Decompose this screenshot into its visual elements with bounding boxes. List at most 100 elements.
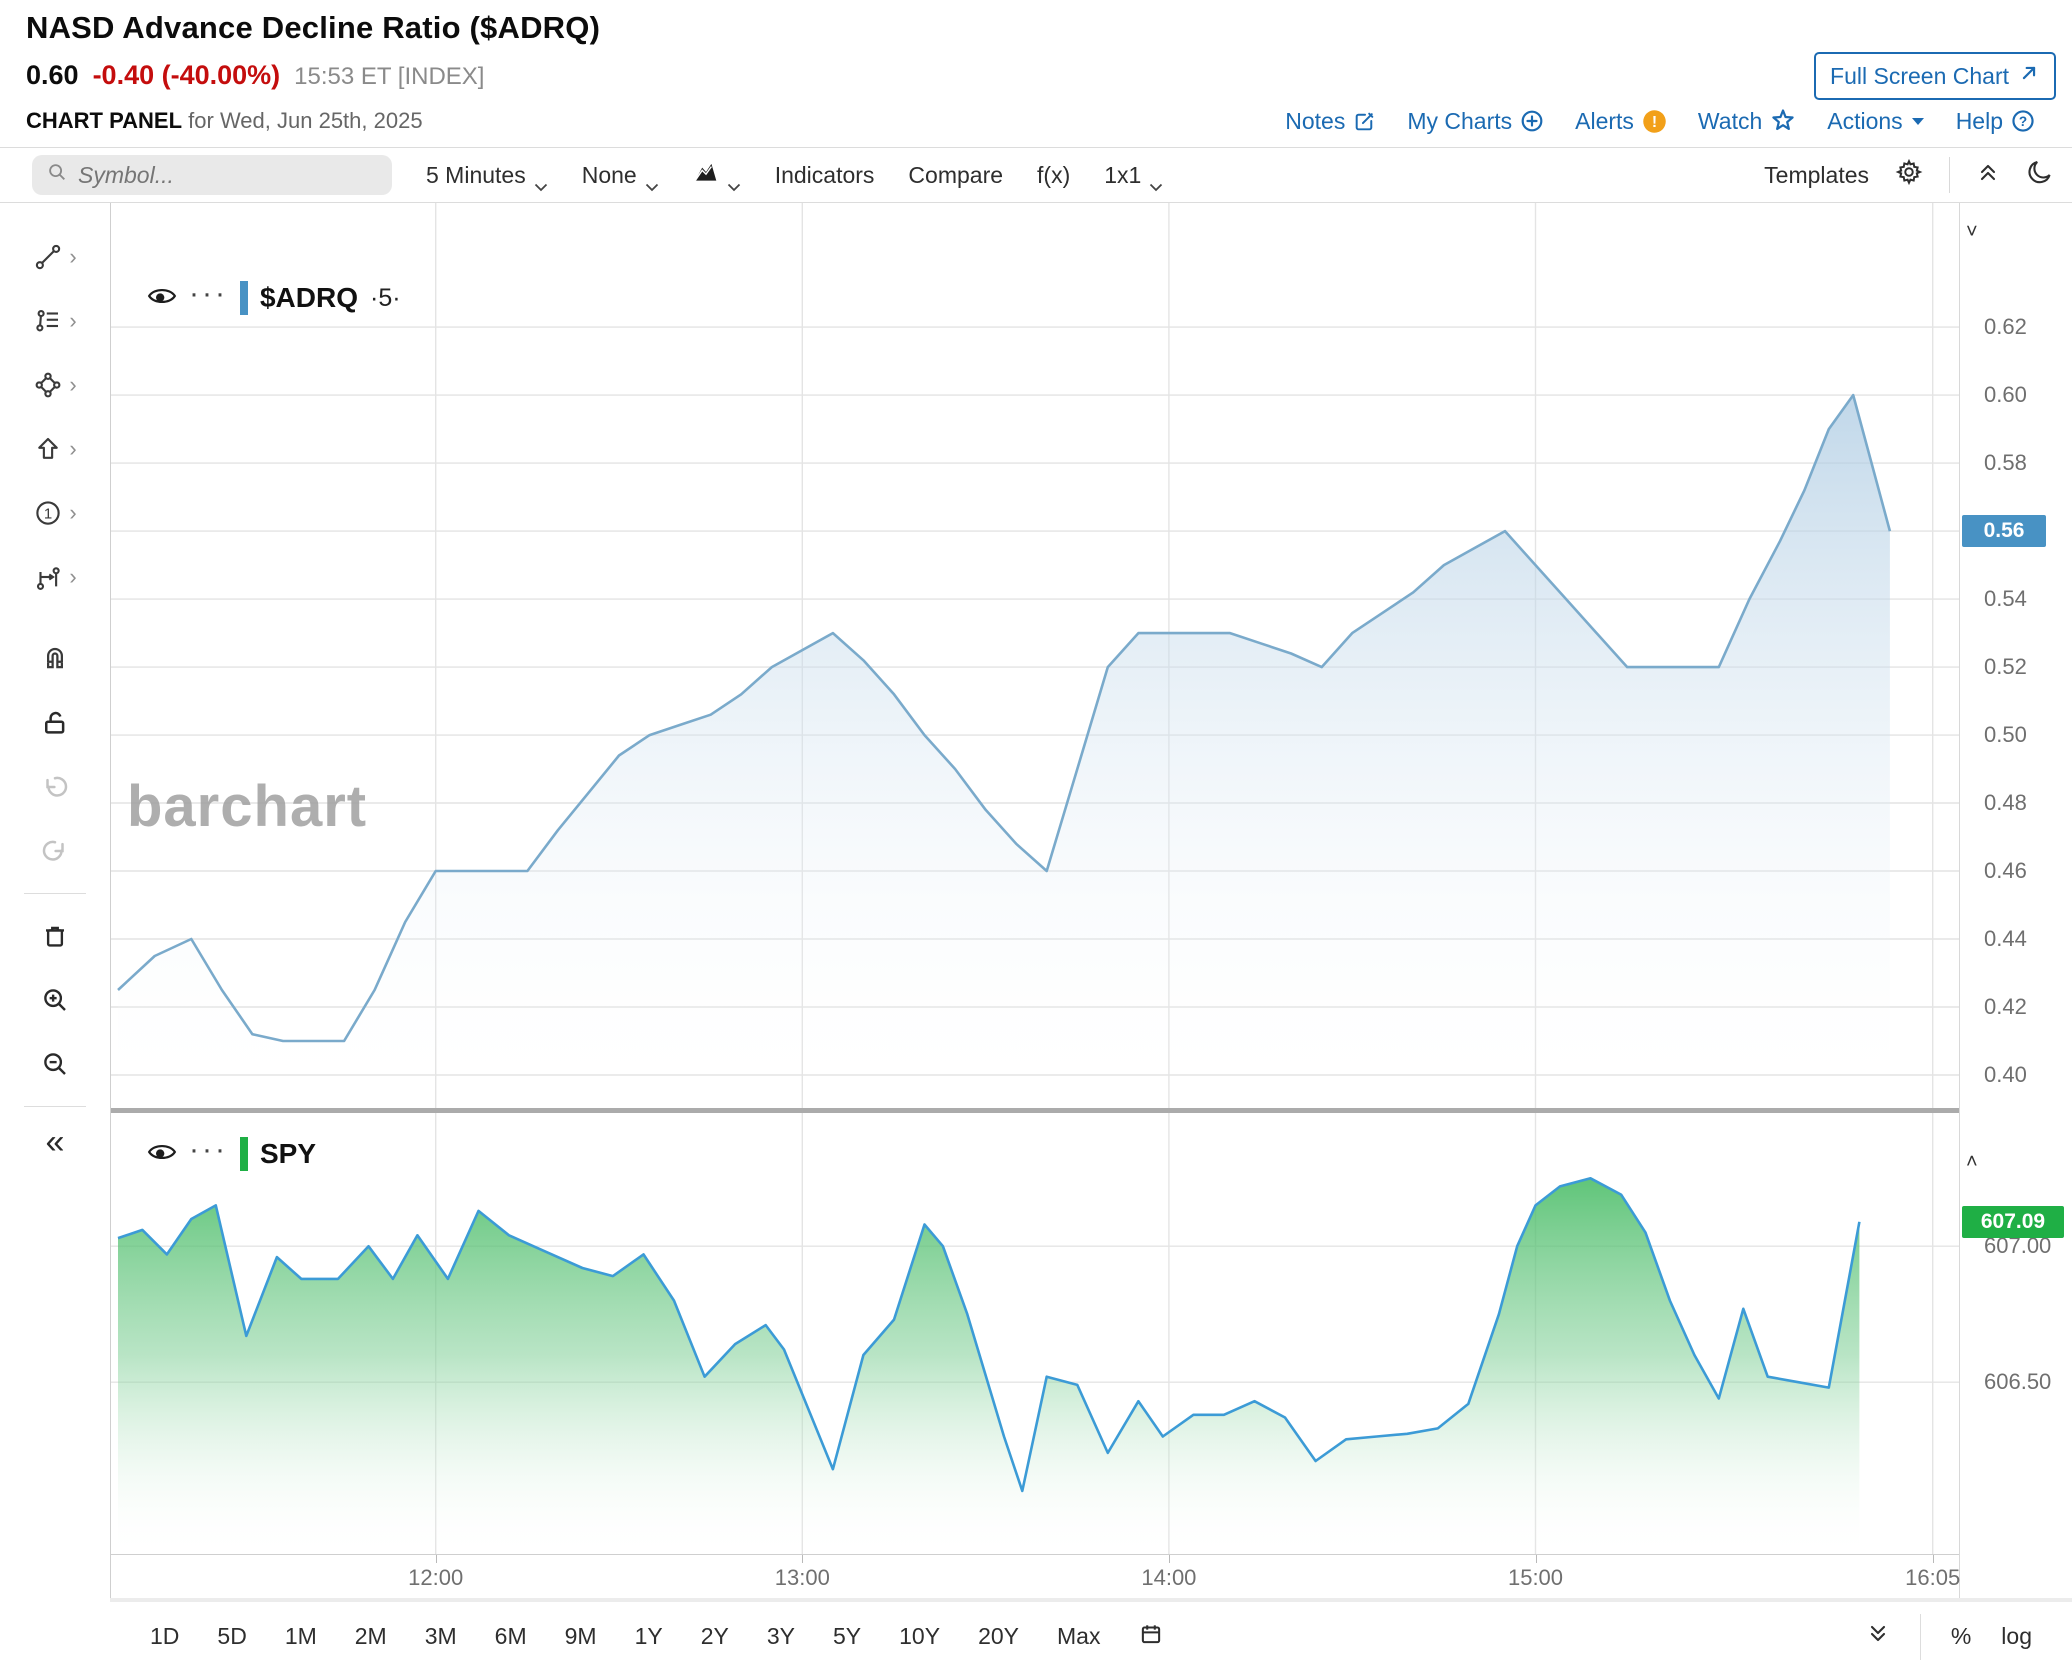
- range-5d[interactable]: 5D: [217, 1623, 246, 1650]
- range-1y[interactable]: 1Y: [635, 1623, 663, 1650]
- zoom-in-button[interactable]: [40, 968, 70, 1032]
- eye-icon[interactable]: [147, 1141, 177, 1168]
- right-column: ··· $ADRQ ·5· barchart: [110, 203, 2072, 1677]
- range-3y[interactable]: 3Y: [767, 1623, 795, 1650]
- actions-link[interactable]: Actions: [1827, 108, 1925, 135]
- eye-icon[interactable]: [147, 285, 177, 312]
- series-menu-icon[interactable]: ···: [189, 289, 228, 299]
- drawing-sidebar: › › › › 1 › ›: [0, 203, 110, 1677]
- series-menu-icon[interactable]: ···: [189, 1145, 228, 1155]
- settings-button[interactable]: [1895, 158, 1923, 192]
- chevron-down-icon: [645, 171, 659, 180]
- chart-type-dropdown[interactable]: [693, 160, 741, 190]
- question-circle-icon: ?: [2010, 108, 2036, 134]
- alerts-link[interactable]: Alerts !: [1575, 108, 1668, 135]
- range-9m[interactable]: 9M: [565, 1623, 597, 1650]
- calendar-button[interactable]: [1138, 1621, 1164, 1653]
- undo-icon: [40, 772, 70, 802]
- fullscreen-chart-label: Full Screen Chart: [1830, 63, 2009, 90]
- adrq-area-chart[interactable]: [111, 203, 1959, 1108]
- range-toolbar: 1D 5D 1M 2M 3M 6M 9M 1Y 2Y 3Y 5Y 10Y 20Y…: [110, 1602, 2072, 1671]
- range-5y[interactable]: 5Y: [833, 1623, 861, 1650]
- expand-pane-chevron-icon[interactable]: ˄: [1966, 1151, 1978, 1174]
- chevron-double-up-icon: [1976, 160, 2000, 190]
- indicators-label: Indicators: [775, 162, 875, 189]
- interval-dropdown[interactable]: 5 Minutes: [426, 162, 548, 189]
- arrow-annotation-tool[interactable]: ›: [33, 417, 76, 481]
- notes-label: Notes: [1285, 108, 1345, 135]
- shapes-tool[interactable]: ›: [33, 353, 76, 417]
- my-charts-link[interactable]: My Charts: [1407, 108, 1545, 135]
- grid-layout-dropdown[interactable]: 1x1: [1104, 162, 1163, 189]
- price-change: -0.40 (-40.00%): [93, 60, 281, 91]
- time-axis-label: 15:00: [1491, 1565, 1581, 1591]
- range-10y[interactable]: 10Y: [899, 1623, 940, 1650]
- templates-button[interactable]: Templates: [1764, 162, 1869, 189]
- collapse-sidebar-button[interactable]: «: [46, 1117, 65, 1167]
- spy-area-chart[interactable]: [111, 1113, 1959, 1554]
- fullscreen-chart-button[interactable]: Full Screen Chart: [1814, 52, 2056, 100]
- plus-circle-icon: [1519, 108, 1545, 134]
- help-link[interactable]: Help ?: [1956, 108, 2036, 135]
- range-20y[interactable]: 20Y: [978, 1623, 1019, 1650]
- chart-panel-page: NASD Advance Decline Ratio ($ADRQ) 0.60 …: [0, 0, 2072, 1678]
- price-axis[interactable]: ˅ ˄ 0.56 607.09 0.620.600.580.560.540.52…: [1960, 203, 2072, 1598]
- page-title: NASD Advance Decline Ratio ($ADRQ): [26, 10, 2046, 46]
- range-1m[interactable]: 1M: [285, 1623, 317, 1650]
- range-2m[interactable]: 2M: [355, 1623, 387, 1650]
- time-axis[interactable]: 12:0013:0014:0015:0016:05: [111, 1554, 1959, 1598]
- range-max[interactable]: Max: [1057, 1623, 1100, 1650]
- redo-icon: [40, 836, 70, 866]
- svg-text:?: ?: [2019, 114, 2027, 129]
- chevron-right-icon: ›: [69, 500, 76, 526]
- indicators-button[interactable]: Indicators: [775, 162, 875, 189]
- trendline-tool[interactable]: ›: [33, 225, 76, 289]
- chevron-down-icon: [727, 171, 741, 180]
- redo-button[interactable]: [40, 819, 70, 883]
- percent-scale-button[interactable]: %: [1951, 1623, 1971, 1650]
- scale-divider: [1920, 1614, 1921, 1660]
- watch-link[interactable]: Watch: [1698, 107, 1797, 135]
- price-axis-label: 0.48: [1984, 790, 2027, 816]
- adrq-pane[interactable]: ··· $ADRQ ·5· barchart: [111, 203, 1959, 1108]
- barchart-watermark: barchart: [127, 773, 367, 840]
- measure-tool[interactable]: ›: [33, 545, 76, 609]
- notes-edit-icon: [1352, 109, 1377, 134]
- zoom-out-button[interactable]: [40, 1032, 70, 1096]
- lock-drawings-button[interactable]: [40, 691, 70, 755]
- compare-button[interactable]: Compare: [908, 162, 1003, 189]
- dark-mode-toggle[interactable]: [2026, 158, 2054, 192]
- my-charts-label: My Charts: [1407, 108, 1512, 135]
- star-icon: [1769, 107, 1797, 135]
- adrq-series-label: ··· $ADRQ ·5·: [147, 281, 401, 315]
- delete-drawings-button[interactable]: [40, 904, 70, 968]
- notes-link[interactable]: Notes: [1285, 108, 1377, 135]
- panel-caption: CHART PANEL for Wed, Jun 25th, 2025: [26, 108, 423, 134]
- spy-symbol: SPY: [260, 1138, 316, 1170]
- chevron-double-down-icon[interactable]: [1866, 1622, 1890, 1652]
- price-axis-label: 0.42: [1984, 994, 2027, 1020]
- range-6m[interactable]: 6M: [495, 1623, 527, 1650]
- range-2y[interactable]: 2Y: [701, 1623, 729, 1650]
- range-1d[interactable]: 1D: [150, 1623, 179, 1650]
- annotation-list-tool[interactable]: ›: [33, 289, 76, 353]
- collapse-pane-chevron-icon[interactable]: ˅: [1966, 221, 1978, 244]
- panel-date: for Wed, Jun 25th, 2025: [188, 108, 422, 133]
- adrq-interval-suffix: ·5·: [370, 284, 401, 313]
- symbol-input[interactable]: [78, 162, 378, 189]
- gear-icon: [1895, 158, 1923, 192]
- range-3m[interactable]: 3M: [425, 1623, 457, 1650]
- log-scale-button[interactable]: log: [2001, 1623, 2032, 1650]
- price-axis-label: 0.62: [1984, 314, 2027, 340]
- magnet-mode-button[interactable]: [40, 627, 70, 691]
- symbol-search-box[interactable]: [32, 155, 392, 195]
- undo-button[interactable]: [40, 755, 70, 819]
- fx-button[interactable]: f(x): [1037, 162, 1070, 189]
- aggregation-dropdown[interactable]: None: [582, 162, 659, 189]
- collapse-toolbar-button[interactable]: [1976, 160, 2000, 190]
- spy-pane[interactable]: ··· SPY: [111, 1113, 1959, 1554]
- charts-column: ··· $ADRQ ·5· barchart: [110, 203, 1960, 1598]
- moon-icon: [2026, 158, 2054, 192]
- number-label-tool[interactable]: 1 ›: [33, 481, 76, 545]
- fx-label: f(x): [1037, 162, 1070, 189]
